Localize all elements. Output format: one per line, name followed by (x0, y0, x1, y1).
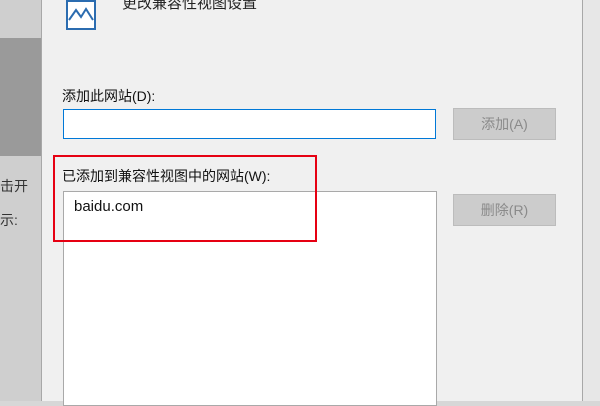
background-window-right (583, 0, 600, 401)
list-item[interactable]: baidu.com (74, 198, 143, 215)
compatibility-view-icon (66, 0, 96, 30)
compatibility-view-dialog: 更改兼容性视图设置 添加此网站(D): 添加(A) 已添加到兼容性视图中的网站(… (41, 0, 583, 406)
add-site-label: 添加此网站(D): (62, 88, 156, 104)
add-button[interactable]: 添加(A) (453, 108, 556, 140)
added-sites-list[interactable]: baidu.com (63, 191, 437, 406)
add-site-input[interactable] (63, 109, 436, 139)
remove-button[interactable]: 删除(R) (453, 194, 556, 226)
dialog-title: 更改兼容性视图设置 (122, 0, 258, 12)
background-strip (0, 38, 41, 156)
background-text-1: 击开 (0, 178, 28, 194)
background-text-2: 示: (0, 212, 18, 228)
added-sites-label: 已添加到兼容性视图中的网站(W): (62, 168, 271, 184)
